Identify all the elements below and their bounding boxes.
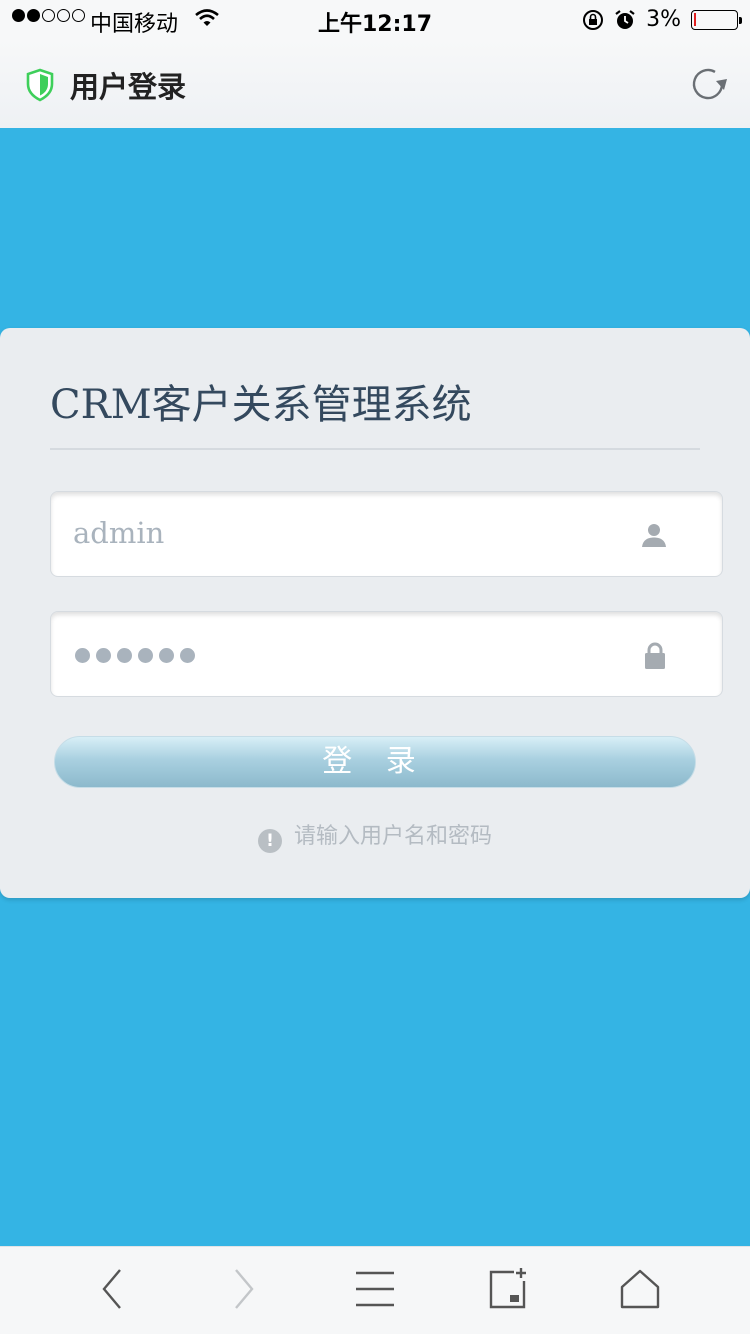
browser-toolbar bbox=[0, 1246, 750, 1334]
password-dot bbox=[117, 648, 132, 663]
home-icon[interactable] bbox=[618, 1267, 662, 1315]
user-icon bbox=[641, 522, 667, 552]
refresh-icon[interactable] bbox=[688, 64, 728, 108]
password-dot bbox=[75, 648, 90, 663]
battery-percent: 3% bbox=[646, 7, 681, 32]
login-card: CRM客户关系管理系统 admin 登 录 ! 请输入用户名和密码 bbox=[0, 328, 750, 898]
login-hint: ! 请输入用户名和密码 bbox=[0, 818, 750, 853]
hint-text: 请输入用户名和密码 bbox=[293, 824, 492, 849]
password-field[interactable] bbox=[50, 611, 723, 697]
status-bar: 中国移动 上午12:17 3% bbox=[0, 0, 750, 40]
password-mask bbox=[75, 648, 195, 663]
tabs-icon[interactable] bbox=[488, 1267, 528, 1315]
password-dot bbox=[159, 648, 174, 663]
password-dot bbox=[96, 648, 111, 663]
alarm-icon bbox=[615, 9, 635, 29]
username-field[interactable]: admin bbox=[50, 491, 723, 577]
shield-icon bbox=[25, 68, 55, 106]
login-button[interactable]: 登 录 bbox=[54, 736, 696, 788]
back-icon[interactable] bbox=[98, 1267, 126, 1315]
username-value: admin bbox=[73, 516, 165, 550]
battery-icon bbox=[691, 9, 742, 30]
divider bbox=[50, 448, 700, 450]
password-dot bbox=[180, 648, 195, 663]
nav-bar: 用户登录 bbox=[0, 40, 750, 128]
page-title: 用户登录 bbox=[70, 70, 187, 104]
forward-icon[interactable] bbox=[230, 1267, 258, 1315]
rotation-lock-icon bbox=[583, 9, 604, 30]
system-title: CRM客户关系管理系统 bbox=[50, 382, 472, 428]
password-dot bbox=[138, 648, 153, 663]
menu-icon[interactable] bbox=[355, 1267, 395, 1315]
lock-icon bbox=[643, 642, 667, 674]
warning-icon: ! bbox=[257, 829, 282, 853]
